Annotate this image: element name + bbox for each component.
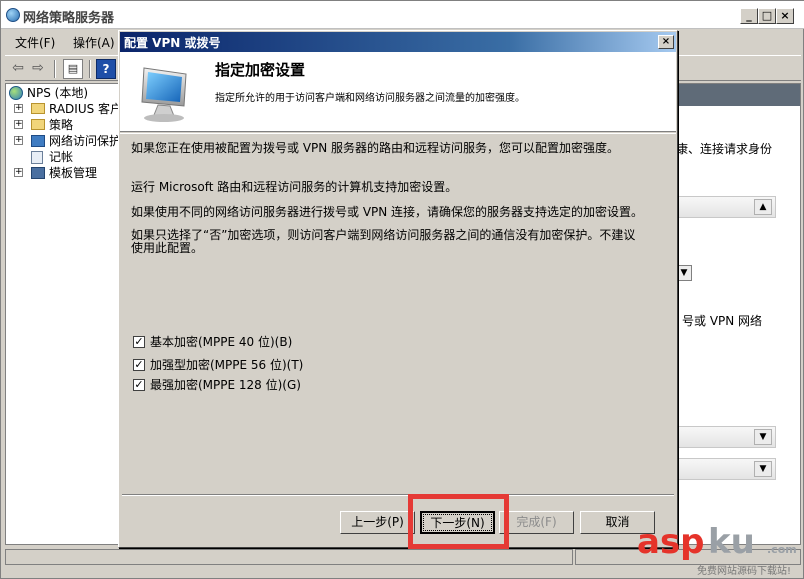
nps-globe-icon xyxy=(9,86,23,100)
wizard-heading: 指定加密设置 xyxy=(215,61,306,79)
maximize-button[interactable]: □ xyxy=(758,8,776,24)
collapsible-panel[interactable]: ▼ xyxy=(674,458,776,480)
nps-app-icon xyxy=(6,8,20,22)
tree-item-label: 记帐 xyxy=(49,150,74,164)
back-arrow-icon[interactable]: ⇦ xyxy=(8,59,28,79)
tree-item-label: RADIUS 客户端 xyxy=(49,102,121,116)
header-divider xyxy=(120,133,676,134)
menu-file[interactable]: 文件(F) xyxy=(15,34,55,51)
wizard-header: 指定加密设置 指定所允许的用于访问客户端和网络访问服务器之间流量的加密强度。 xyxy=(120,52,676,132)
tree-item-label: 策略 xyxy=(49,118,74,132)
tree-item-label: 网络访问保护 xyxy=(49,134,121,148)
dropdown-arrow-icon[interactable]: ▼ xyxy=(676,265,692,281)
strongest-encryption-checkbox[interactable]: ✓ xyxy=(133,379,145,391)
status-bar xyxy=(5,549,573,565)
expand-icon[interactable]: + xyxy=(14,120,23,129)
details-text: 号或 VPN 网络 xyxy=(682,314,763,328)
toolbar-separator xyxy=(89,60,91,78)
configure-vpn-dialog: 配置 VPN 或拨号 × 指定加密设置 指定所允许的用于访问客户端和网络访问服务… xyxy=(118,30,678,548)
intro-text: 如果您正在使用被配置为拨号或 VPN 服务器的路由和远程访问服务，您可以配置加密… xyxy=(131,141,620,155)
checkbox-label: 基本加密(MPPE 40 位)(B) xyxy=(150,335,293,349)
info-text: 如果使用不同的网络访问服务器进行拨号或 VPN 连接，请确保您的服务器支持选定的… xyxy=(131,205,644,219)
main-window-title: 网络策略服务器 xyxy=(23,11,115,26)
collapsible-panel[interactable]: ▼ xyxy=(674,426,776,448)
folder-icon xyxy=(31,119,45,130)
wizard-subheading: 指定所允许的用于访问客户端和网络访问服务器之间流量的加密强度。 xyxy=(215,93,525,104)
button-separator xyxy=(122,494,674,496)
forward-arrow-icon[interactable]: ⇨ xyxy=(28,59,48,79)
network-access-icon xyxy=(31,135,45,147)
tree-item-nps-root[interactable]: NPS (本地) xyxy=(6,84,120,100)
watermark-suffix: .com xyxy=(767,543,797,556)
chevron-up-icon[interactable]: ▲ xyxy=(754,199,772,215)
dialog-title: 配置 VPN 或拨号 xyxy=(124,36,221,50)
show-tree-icon[interactable]: ▤ xyxy=(63,59,83,79)
back-button[interactable]: 上一步(P) xyxy=(340,511,415,534)
chevron-down-icon[interactable]: ▼ xyxy=(754,429,772,445)
details-header-bar xyxy=(674,84,800,106)
checkbox-label: 加强型加密(MPPE 56 位)(T) xyxy=(150,358,304,372)
dialog-close-button[interactable]: × xyxy=(658,35,674,49)
warning-text: 如果只选择了“否”加密选项，则访问客户端到网络访问服务器之间的通信没有加密保护。… xyxy=(131,228,636,242)
toolbar-separator xyxy=(54,60,56,78)
expand-icon[interactable]: + xyxy=(14,136,23,145)
folder-icon xyxy=(31,103,45,114)
tree-item-policies[interactable]: + 策略 xyxy=(6,117,120,133)
tree-item-radius-clients[interactable]: + RADIUS 客户端 xyxy=(6,101,121,117)
template-icon xyxy=(31,167,45,179)
dialog-titlebar: 配置 VPN 或拨号 × xyxy=(120,32,676,52)
console-tree: NPS (本地) + RADIUS 客户端 + 策略 + 网络访问保护 记帐 +… xyxy=(5,83,121,545)
expand-icon[interactable]: + xyxy=(14,104,23,113)
chevron-down-icon[interactable]: ▼ xyxy=(754,461,772,477)
accounting-icon xyxy=(31,151,43,164)
checkbox-label: 最强加密(MPPE 128 位)(G) xyxy=(150,378,301,392)
watermark-logo: ku xyxy=(708,522,755,562)
minimize-button[interactable]: _ xyxy=(740,8,758,24)
close-button[interactable]: × xyxy=(776,8,794,24)
collapsible-panel[interactable]: ▲ xyxy=(674,196,776,218)
expand-icon[interactable]: + xyxy=(14,168,23,177)
details-text: 康、连接请求身份 xyxy=(676,142,773,156)
highlight-annotation xyxy=(408,494,509,549)
tree-item-nap[interactable]: + 网络访问保护 xyxy=(6,133,121,149)
main-titlebar: 网络策略服务器 _ □ × xyxy=(1,1,804,29)
menu-action[interactable]: 操作(A) xyxy=(73,34,115,51)
info-text: 运行 Microsoft 路由和远程访问服务的计算机支持加密设置。 xyxy=(131,180,458,194)
warning-text: 使用此配置。 xyxy=(131,241,204,255)
finish-button: 完成(F) xyxy=(499,511,574,534)
tree-item-label: 模板管理 xyxy=(49,166,98,180)
strong-encryption-checkbox[interactable]: ✓ xyxy=(133,359,145,371)
monitor-icon xyxy=(141,67,187,122)
basic-encryption-checkbox[interactable]: ✓ xyxy=(133,336,145,348)
tree-root-label: NPS (本地) xyxy=(27,86,89,100)
watermark-slogan: 免费网站源码下载站! xyxy=(697,566,792,577)
tree-item-template-management[interactable]: + 模板管理 xyxy=(6,165,120,181)
help-icon[interactable]: ? xyxy=(96,59,116,79)
tree-item-accounting[interactable]: 记帐 xyxy=(6,149,120,165)
details-pane: 康、连接请求身份 ▲ ▼ 号或 VPN 网络 ▼ ▼ xyxy=(673,83,801,545)
watermark-logo: asp xyxy=(637,522,705,562)
